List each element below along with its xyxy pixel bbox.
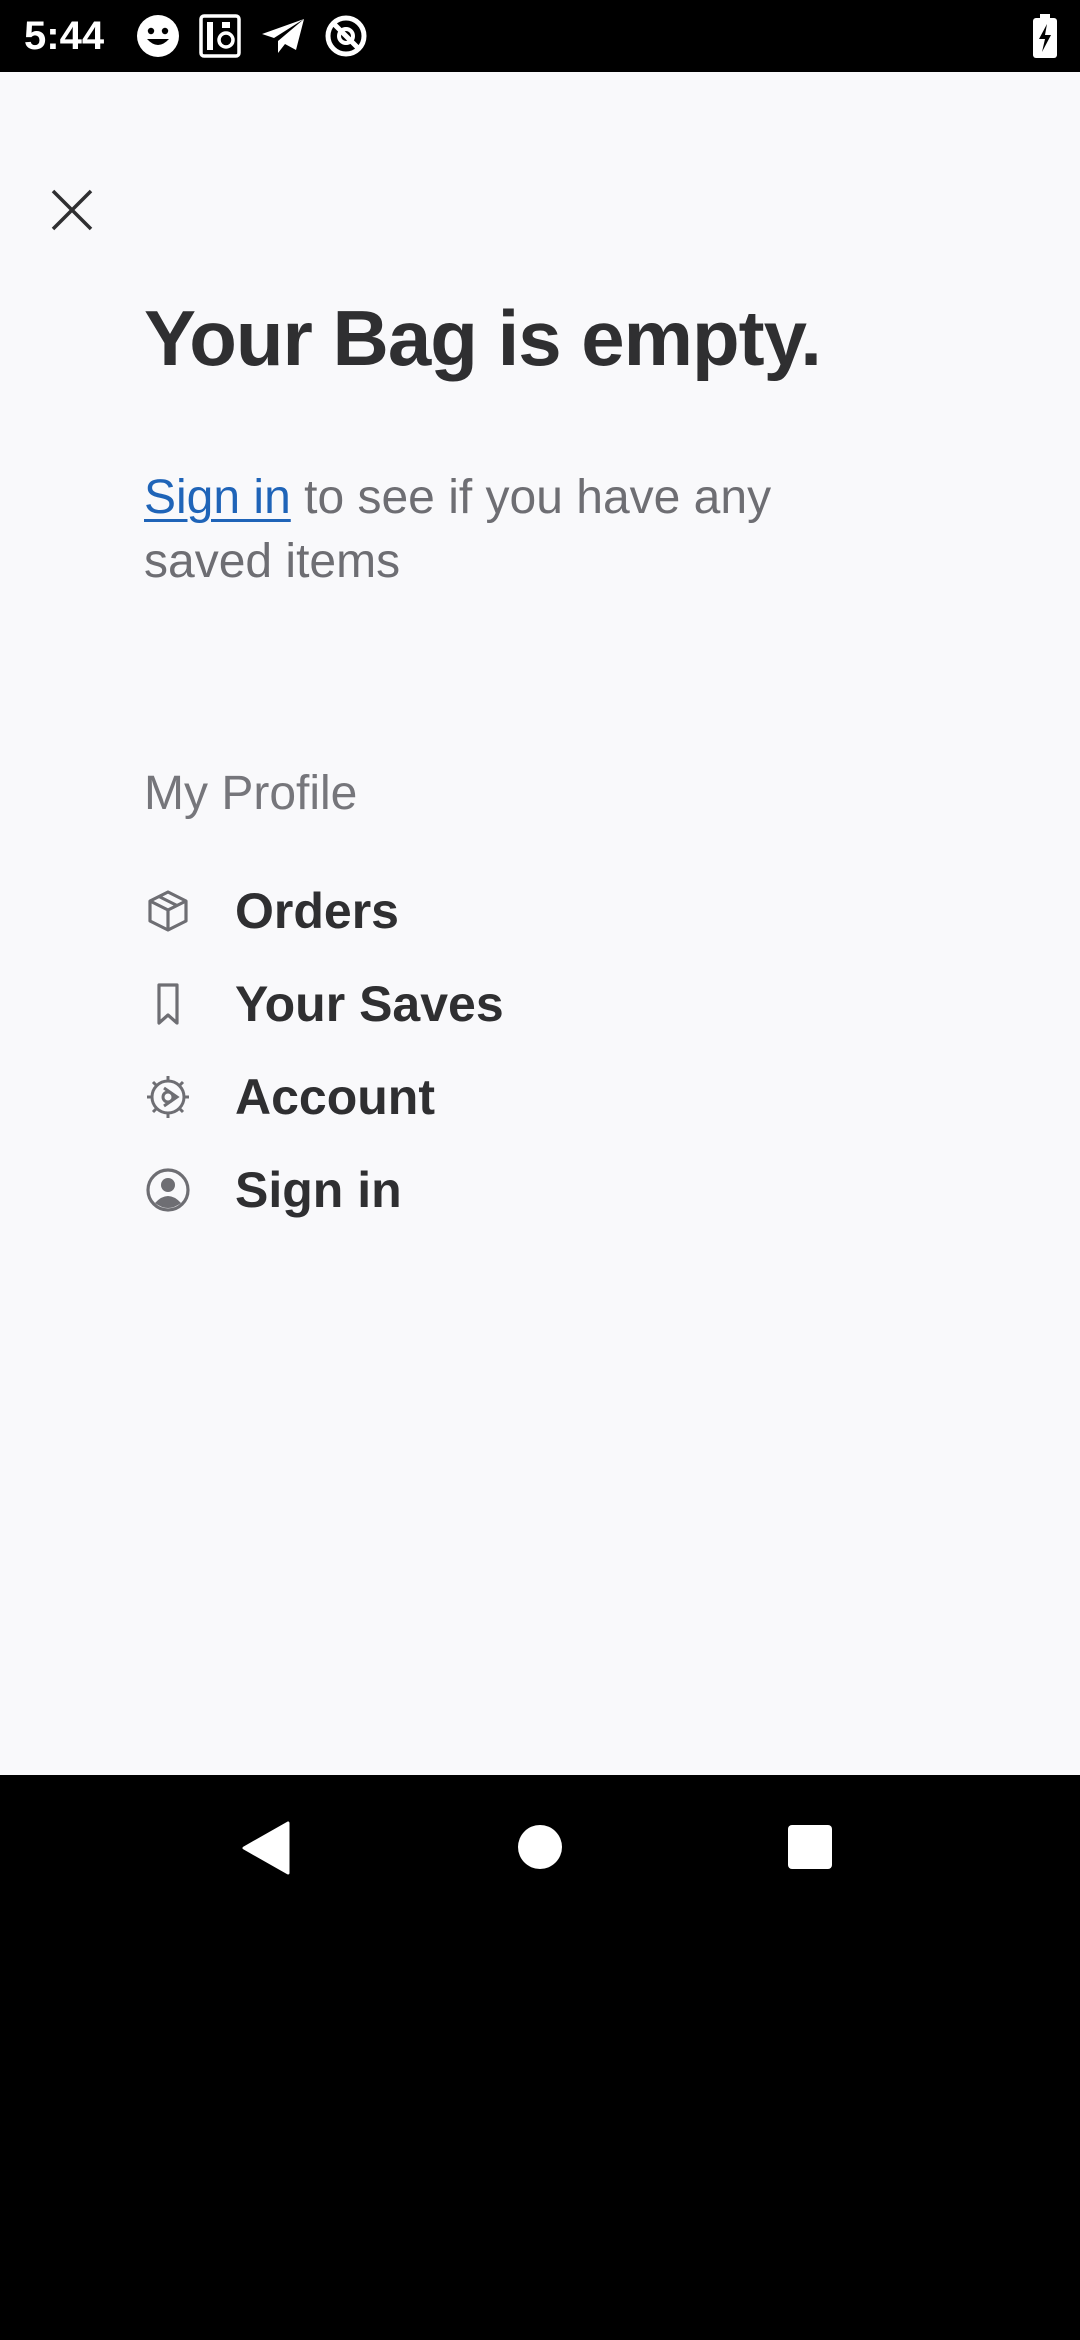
box-icon <box>144 887 192 935</box>
page-title: Your Bag is empty. <box>144 294 822 382</box>
gear-icon <box>144 1073 192 1121</box>
paper-plane-icon <box>260 16 306 56</box>
close-button[interactable] <box>36 176 108 248</box>
home-circle-icon[interactable] <box>517 1824 563 1875</box>
menu-item-label: Orders <box>235 882 399 939</box>
menu-item-label: Sign in <box>235 1161 402 1218</box>
no-disturb-icon <box>324 14 368 58</box>
menu-item-sign-in[interactable]: Sign in <box>144 1131 944 1248</box>
bag-screen: Your Bag is empty. Sign in to see if you… <box>0 72 1080 1775</box>
recents-square-icon[interactable] <box>787 1824 833 1875</box>
user-circle-icon <box>144 1166 192 1214</box>
signin-prompt: Sign in to see if you have any saved ite… <box>144 466 904 594</box>
battery-charging-icon <box>1032 14 1058 63</box>
status-bar: 5:44 <box>0 0 1080 72</box>
menu-item-label: Your Saves <box>235 975 504 1032</box>
menu-item-label: Account <box>235 1068 435 1125</box>
profile-menu: Orders Your Saves Account Sign in <box>144 852 944 1248</box>
sim-card-icon <box>198 14 242 58</box>
status-time: 5:44 <box>24 14 105 58</box>
back-triangle-icon[interactable] <box>242 1821 290 1880</box>
profile-section-label: My Profile <box>144 767 358 820</box>
close-icon <box>50 188 94 237</box>
bookmark-icon <box>144 980 192 1028</box>
status-icons <box>136 12 368 60</box>
system-nav-bar <box>0 1775 1080 1923</box>
signin-link[interactable]: Sign in <box>144 471 291 524</box>
smiley-icon <box>136 14 180 58</box>
